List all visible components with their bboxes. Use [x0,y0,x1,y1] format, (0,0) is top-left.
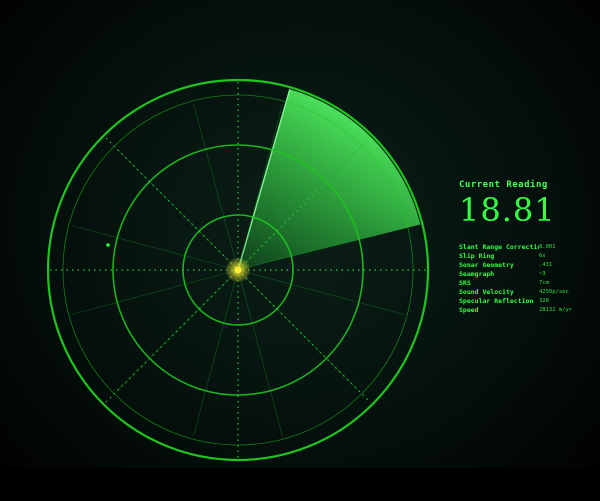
parameter-key: Sound Velocity [459,287,514,296]
parameter-row: Slip Ring 6x [459,251,594,260]
parameter-value: 7cm [539,279,549,286]
parameter-value: ~3 [539,270,546,277]
parameter-row: Sonar Geometry .431 [459,260,594,269]
radial-spoke [193,103,239,271]
parameter-key: Sonar Geometry [459,260,514,269]
parameter-value: 328 [539,297,549,304]
parameter-key: Speed [459,305,479,314]
parameter-value: 28132 m/yr [539,306,573,313]
parameter-value: 8.001 [539,243,556,250]
parameter-key: Slant Range Correction [459,242,539,251]
parameter-row: SRS 7cm [459,278,594,287]
parameter-row: Sound Velocity 4250p/sec [459,287,594,296]
parameter-key: Seamgraph [459,269,495,278]
radial-spoke [71,225,239,271]
parameter-value: 6x [539,252,546,259]
current-reading-label: Current Reading [459,180,548,190]
center-point [234,266,242,274]
target-blip [106,243,110,247]
parameter-row: Slant Range Correction 8.001 [459,242,594,251]
parameter-key: Specular Reflection [459,296,534,305]
parameter-row: Speed 28132 m/yr [459,305,594,314]
parameter-row: Seamgraph ~3 [459,269,594,278]
radial-spoke [237,269,360,392]
readout-panel: Current Reading 18.81 Slant Range Correc… [459,180,594,314]
parameter-list: Slant Range Correction 8.001 Slip Ring 6… [459,242,594,314]
parameter-value: 4250p/sec [539,288,569,295]
current-reading-value: 18.81 [459,191,556,229]
parameter-key: Slip Ring [459,251,495,260]
radial-spoke [237,269,283,437]
parameter-key: SRS [459,278,471,287]
parameter-value: .431 [539,261,553,268]
radial-spoke [193,269,239,437]
radar-screen: Current Reading 18.81 Slant Range Correc… [0,0,600,501]
parameter-row: Specular Reflection 328 [459,296,594,305]
bottom-band [0,468,600,501]
radial-spoke [71,269,239,315]
radial-spoke [237,269,405,315]
